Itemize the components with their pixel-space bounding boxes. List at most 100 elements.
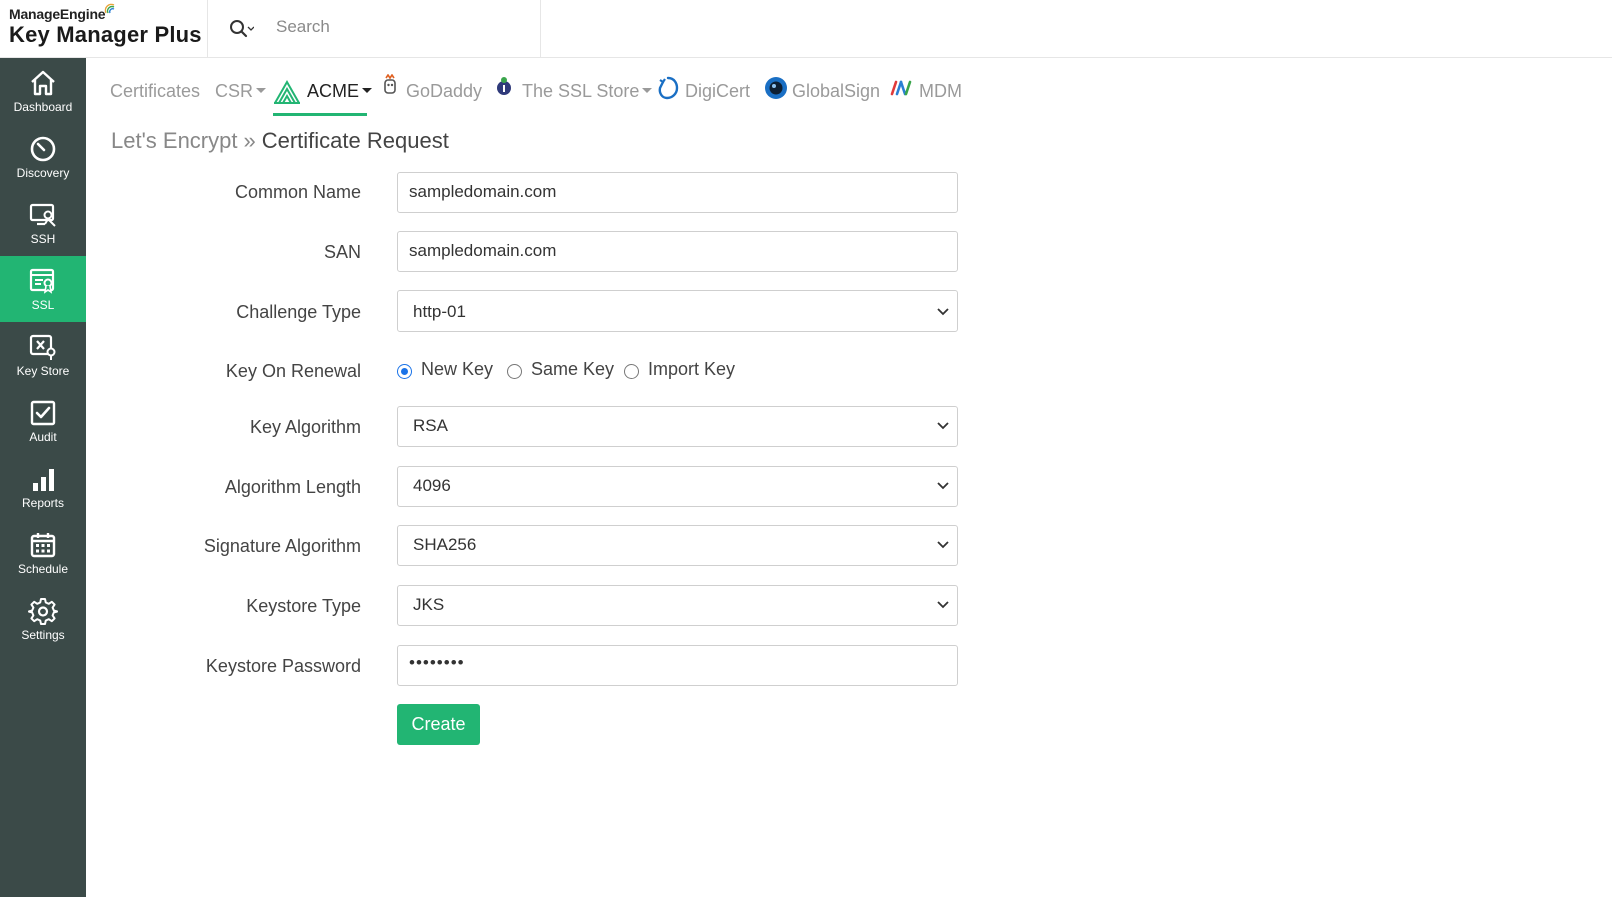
- san-input[interactable]: sampledomain.com: [397, 231, 958, 272]
- sidebar-item-discovery[interactable]: Discovery: [0, 124, 86, 190]
- schedule-icon: [30, 533, 56, 558]
- radio-label: Same Key: [531, 359, 615, 379]
- breadcrumb-separator: »: [243, 128, 256, 153]
- page-title: Certificate Request: [261, 128, 449, 153]
- radio-button[interactable]: [397, 364, 412, 379]
- breadcrumb: Let's Encrypt» Certificate Request: [111, 128, 449, 154]
- sidebar-item-ssl[interactable]: SSL: [0, 256, 86, 322]
- ssl-store-icon: [497, 77, 511, 95]
- tab-digicert[interactable]: DigiCert: [657, 70, 752, 116]
- chevron-down-icon: [937, 541, 949, 549]
- signature-algorithm-value: SHA256: [413, 535, 477, 554]
- chevron-down-icon: [642, 87, 653, 93]
- signature-algorithm-label: Signature Algorithm: [203, 536, 361, 556]
- algorithm-length-select[interactable]: 4096: [397, 466, 958, 507]
- challenge-type-label: Challenge Type: [236, 302, 361, 322]
- brand-arc-icon: [104, 3, 115, 14]
- tab-the-ssl-store[interactable]: The SSL Store: [496, 70, 653, 116]
- chevron-down-icon: [937, 601, 949, 609]
- globalsign-icon: [765, 77, 787, 99]
- product-name: Key Manager Plus: [9, 22, 202, 47]
- top-header: ManageEngine Key Manager Plus: [0, 0, 1612, 58]
- sidebar-item-settings[interactable]: Settings: [0, 586, 86, 652]
- mdm-icon: [890, 80, 912, 96]
- signature-algorithm-select[interactable]: SHA256: [397, 525, 958, 566]
- keystore-type-value: JKS: [413, 595, 445, 614]
- sidebar-item-label: Audit: [29, 430, 57, 444]
- home-icon: [31, 70, 55, 96]
- brand-logo[interactable]: ManageEngine Key Manager Plus: [0, 0, 208, 58]
- search-icon[interactable]: [228, 17, 254, 39]
- challenge-type-select[interactable]: http-01: [397, 290, 958, 332]
- san-value: sampledomain.com: [409, 241, 557, 260]
- sidebar-item-dashboard[interactable]: Dashboard: [0, 58, 86, 124]
- reports-icon: [33, 469, 54, 491]
- chevron-down-icon: [937, 308, 949, 316]
- keystore-type-select[interactable]: JKS: [397, 585, 958, 626]
- tab-globalsign[interactable]: GlobalSign: [764, 70, 880, 116]
- chevron-down-icon: [937, 422, 949, 430]
- tab-label: CSR: [215, 81, 254, 101]
- sidebar-item-key-store[interactable]: Key Store: [0, 322, 86, 388]
- tab-certificates[interactable]: Certificates: [110, 70, 200, 116]
- san-label: SAN: [323, 242, 361, 262]
- sidebar-item-label: SSL: [31, 298, 55, 312]
- tab-mdm[interactable]: MDM: [890, 70, 965, 116]
- tab-label: The SSL Store: [522, 81, 640, 101]
- tab-label: GoDaddy: [406, 81, 483, 101]
- settings-icon: [28, 598, 58, 625]
- ssh-icon: [29, 203, 56, 227]
- key-algorithm-value: RSA: [413, 416, 448, 435]
- tab-csr[interactable]: CSR: [215, 70, 267, 116]
- sidebar-item-ssh[interactable]: SSH: [0, 190, 86, 256]
- sidebar-item-label: Schedule: [17, 562, 69, 576]
- tab-label: MDM: [919, 81, 962, 101]
- search-input[interactable]: [276, 12, 526, 42]
- key-algorithm-label: Key Algorithm: [249, 417, 361, 437]
- global-search: [208, 0, 541, 58]
- common-name-label: Common Name: [234, 182, 361, 202]
- sidebar-item-label: Reports: [21, 496, 65, 510]
- radio-button[interactable]: [507, 364, 522, 379]
- ssl-icon: [29, 268, 55, 294]
- sidebar-item-label: Dashboard: [13, 100, 73, 114]
- keystore-password-input[interactable]: ••••••••: [397, 645, 958, 686]
- key-on-renewal-label: Key On Renewal: [225, 361, 361, 381]
- godaddy-icon: [384, 74, 396, 94]
- common-name-value: sampledomain.com: [409, 182, 557, 201]
- sidebar-item-schedule[interactable]: Schedule: [0, 520, 86, 586]
- sidebar-item-label: Discovery: [16, 166, 70, 180]
- radio-label: Import Key: [648, 359, 736, 379]
- audit-icon: [30, 400, 56, 426]
- acme-logo-icon: [274, 79, 300, 104]
- sidebar: Dashboard Discovery SSH SSL Key Store Au…: [0, 58, 86, 897]
- tab-acme[interactable]: ACME: [273, 70, 373, 116]
- challenge-type-value: http-01: [413, 302, 466, 321]
- tab-label: Certificates: [110, 81, 201, 101]
- radio-button[interactable]: [624, 364, 639, 379]
- sidebar-item-audit[interactable]: Audit: [0, 388, 86, 454]
- chevron-down-icon: [362, 87, 373, 93]
- algorithm-length-label: Algorithm Length: [224, 477, 361, 497]
- keystore-password-label: Keystore Password: [205, 656, 361, 676]
- keystore-password-value: ••••••••: [409, 653, 465, 672]
- sidebar-item-label: Settings: [21, 628, 65, 642]
- breadcrumb-parent[interactable]: Let's Encrypt: [111, 128, 237, 153]
- create-button[interactable]: Create: [397, 704, 480, 745]
- tab-label: GlobalSign: [792, 81, 881, 101]
- chevron-down-icon: [937, 482, 949, 490]
- sidebar-item-reports[interactable]: Reports: [0, 454, 86, 520]
- digicert-icon: [658, 76, 679, 100]
- chevron-down-icon: [256, 87, 267, 93]
- tab-godaddy[interactable]: GoDaddy: [382, 70, 482, 116]
- radio-label: New Key: [421, 359, 494, 379]
- common-name-input[interactable]: sampledomain.com: [397, 172, 958, 213]
- key-algorithm-select[interactable]: RSA: [397, 406, 958, 447]
- key-store-icon: [29, 334, 56, 360]
- tab-label: ACME: [307, 81, 360, 101]
- brand-company: ManageEngine: [9, 6, 106, 22]
- algorithm-length-value: 4096: [413, 476, 451, 495]
- tab-label: DigiCert: [685, 81, 751, 101]
- discovery-icon: [30, 136, 56, 162]
- sidebar-item-label: SSH: [30, 232, 56, 246]
